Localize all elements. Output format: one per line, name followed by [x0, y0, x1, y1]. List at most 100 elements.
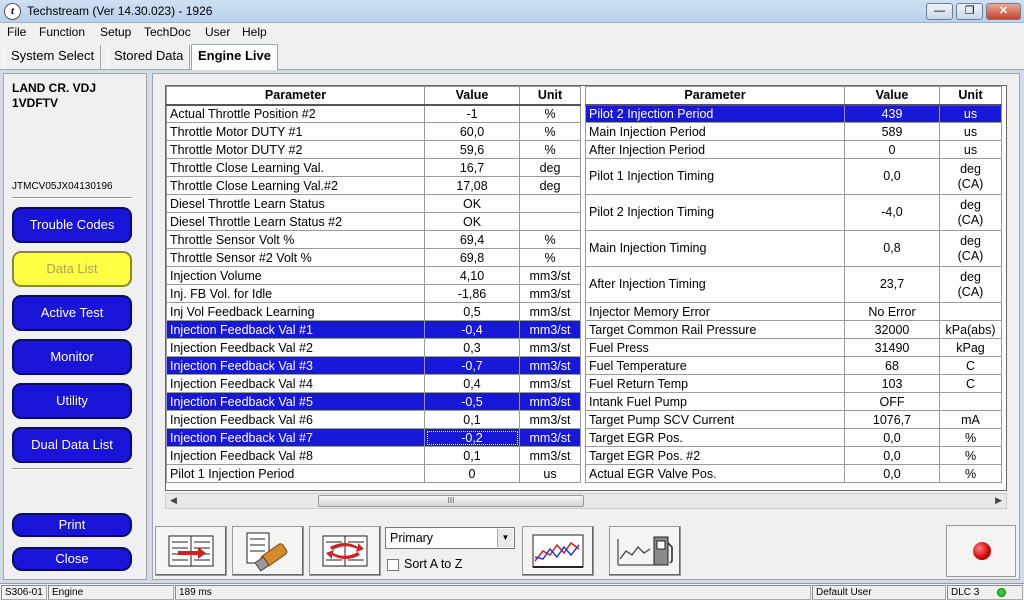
table-row[interactable]: Pilot 1 Injection Timing 0,0 deg (CA): [585, 158, 1002, 195]
table-row[interactable]: Pilot 2 Injection Timing -4,0 deg (CA): [585, 194, 1002, 231]
scroll-right-arrow-icon[interactable]: ▶: [995, 495, 1002, 506]
menu-techdoc[interactable]: TechDoc: [144, 25, 191, 39]
table-row[interactable]: Intank Fuel Pump OFF: [585, 392, 1002, 411]
table-row[interactable]: Throttle Sensor Volt % 69,4%: [166, 230, 581, 249]
unit-cell: %: [519, 104, 581, 123]
connection-led-icon: [997, 588, 1006, 597]
table-row[interactable]: Diesel Throttle Learn Status OK: [166, 194, 581, 213]
sensor-list-button[interactable]: [232, 526, 304, 576]
value-cell: 103: [844, 374, 940, 393]
parameter-cell: Throttle Close Learning Val.: [166, 158, 425, 177]
table-row[interactable]: Actual EGR Valve Pos. 0,0%: [585, 464, 1002, 483]
table-row[interactable]: Injection Feedback Val #5 -0,5 mm3/st: [166, 392, 581, 411]
table-row[interactable]: Injection Feedback Val #2 0,3 mm3/st: [166, 338, 581, 357]
graph-button[interactable]: [522, 526, 594, 576]
chevron-down-icon[interactable]: ▼: [497, 529, 513, 547]
value-cell: 0: [844, 140, 940, 159]
table-row[interactable]: Injection Feedback Val #7 -0,2 mm3/st: [166, 428, 581, 447]
minimize-button[interactable]: —: [926, 3, 953, 20]
table-row[interactable]: Target EGR Pos. 0,0%: [585, 428, 1002, 447]
table-row[interactable]: After Injection Period 0 us: [585, 140, 1002, 159]
divider: [12, 468, 132, 470]
sort-checkbox[interactable]: [387, 559, 399, 571]
table-row[interactable]: Diesel Throttle Learn Status #2 OK: [166, 212, 581, 231]
value-cell: OK: [424, 194, 520, 213]
table-row[interactable]: Pilot 1 Injection Period 0 us: [166, 464, 581, 483]
value-cell: -1,86: [424, 284, 520, 303]
table-row[interactable]: Main Injection Period 589 us: [585, 122, 1002, 141]
table-row[interactable]: Injection Feedback Val #8 0,1 mm3/st: [166, 446, 581, 465]
column-header-unit[interactable]: Unit: [939, 86, 1002, 106]
table-row[interactable]: Fuel Return Temp 103 C: [585, 374, 1002, 393]
data-list-button[interactable]: Data List: [12, 251, 132, 287]
dual-data-list-button[interactable]: Dual Data List: [12, 427, 132, 463]
table-row[interactable]: Pilot 2 Injection Period 439 us: [585, 104, 1002, 123]
fuel-graph-button[interactable]: [609, 526, 681, 576]
vin-number: JTMCV05JX04130196: [12, 181, 113, 192]
column-header-value[interactable]: Value: [844, 86, 940, 106]
table-row[interactable]: Injection Volume 4,10 mm3/st: [166, 266, 581, 285]
display-mode-select[interactable]: Primary ▼: [385, 527, 515, 549]
table-row[interactable]: Injector Memory Error No Error: [585, 302, 1002, 321]
tab-system-select[interactable]: System Select: [4, 45, 102, 69]
table-row[interactable]: Injection Feedback Val #1 -0,4 mm3/st: [166, 320, 581, 339]
table-row[interactable]: Throttle Sensor #2 Volt % 69,8%: [166, 248, 581, 267]
parameter-cell: Injection Volume: [166, 266, 425, 285]
menu-user[interactable]: User: [205, 25, 230, 39]
scroll-thumb[interactable]: III: [318, 495, 584, 507]
table-row[interactable]: Injection Feedback Val #6 0,1 mm3/st: [166, 410, 581, 429]
close-window-button[interactable]: ✕: [986, 3, 1021, 20]
utility-button[interactable]: Utility: [12, 383, 132, 419]
table-row[interactable]: Main Injection Timing 0,8 deg (CA): [585, 230, 1002, 267]
close-button[interactable]: Close: [12, 547, 132, 571]
column-header-unit[interactable]: Unit: [519, 86, 581, 106]
value-cell: 16,7: [424, 158, 520, 177]
maximize-button[interactable]: ❐: [956, 3, 983, 20]
table-row[interactable]: After Injection Timing 23,7 deg (CA): [585, 266, 1002, 303]
table-row[interactable]: Target EGR Pos. #2 0,0%: [585, 446, 1002, 465]
menu-setup[interactable]: Setup: [100, 25, 131, 39]
table-row[interactable]: Inj. FB Vol. for Idle -1,86 mm3/st: [166, 284, 581, 303]
table-row[interactable]: Throttle Motor DUTY #1 60,0%: [166, 122, 581, 141]
menu-function[interactable]: Function: [39, 25, 85, 39]
value-cell: 0,3: [424, 338, 520, 357]
table-row[interactable]: Injection Feedback Val #4 0,4 mm3/st: [166, 374, 581, 393]
table-row[interactable]: Target Pump SCV Current 1076,7 mA: [585, 410, 1002, 429]
table-row[interactable]: Throttle Motor DUTY #2 59,6%: [166, 140, 581, 159]
table-row[interactable]: Target Common Rail Pressure 32000 kPa(abs): [585, 320, 1002, 339]
column-header-parameter[interactable]: Parameter: [166, 86, 425, 106]
tab-engine-live[interactable]: Engine Live: [191, 44, 278, 70]
parameter-cell: Injector Memory Error: [585, 302, 845, 321]
column-header-value[interactable]: Value: [424, 86, 520, 106]
active-test-button[interactable]: Active Test: [12, 295, 132, 331]
table-row[interactable]: Fuel Press 31490 kPag: [585, 338, 1002, 357]
table-row[interactable]: Throttle Close Learning Val. 16,7 deg: [166, 158, 581, 177]
table-row[interactable]: Actual Throttle Position #2 -1%: [166, 104, 581, 123]
parameter-cell: Actual Throttle Position #2: [166, 104, 425, 123]
record-button[interactable]: [946, 525, 1016, 577]
table-row[interactable]: Inj Vol Feedback Learning 0,5 mm3/st: [166, 302, 581, 321]
parameter-cell: Diesel Throttle Learn Status #2: [166, 212, 425, 231]
value-cell: 1076,7: [844, 410, 940, 429]
column-header-parameter[interactable]: Parameter: [585, 86, 845, 106]
menu-help[interactable]: Help: [242, 25, 267, 39]
scroll-left-arrow-icon[interactable]: ◀: [170, 495, 177, 506]
monitor-button[interactable]: Monitor: [12, 339, 132, 375]
select-parameters-button[interactable]: [155, 526, 227, 576]
table-row[interactable]: Fuel Temperature 68 C: [585, 356, 1002, 375]
app-icon: t: [4, 3, 21, 20]
horizontal-scrollbar[interactable]: ◀ III ▶: [165, 493, 1007, 509]
swap-list-button[interactable]: [309, 526, 381, 576]
parameter-cell: Injection Feedback Val #8: [166, 446, 425, 465]
value-cell: 69,8: [424, 248, 520, 267]
tab-stored-data[interactable]: Stored Data: [107, 45, 191, 69]
menu-file[interactable]: File: [7, 25, 26, 39]
trouble-codes-button[interactable]: Trouble Codes: [12, 207, 132, 243]
table-row[interactable]: Injection Feedback Val #3 -0,7 mm3/st: [166, 356, 581, 375]
print-button[interactable]: Print: [12, 513, 132, 537]
parameter-cell: Throttle Sensor #2 Volt %: [166, 248, 425, 267]
data-list-grid: Parameter Value Unit Actual Throttle Pos…: [165, 85, 1007, 491]
unit-cell: [939, 302, 1002, 321]
value-cell: 4,10: [424, 266, 520, 285]
table-row[interactable]: Throttle Close Learning Val.#2 17,08 deg: [166, 176, 581, 195]
